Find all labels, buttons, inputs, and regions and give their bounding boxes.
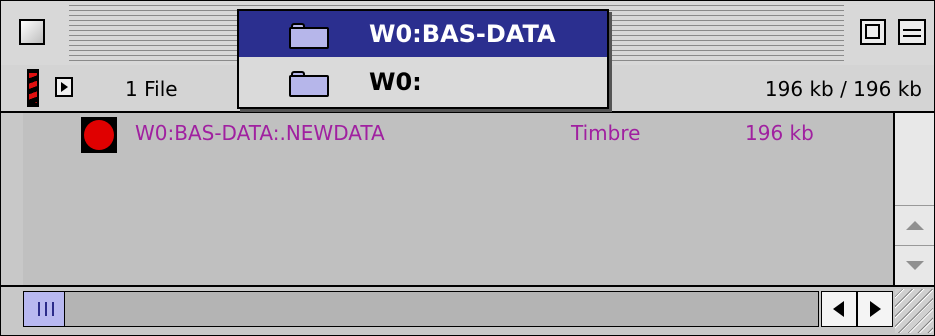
scroll-left-arrow-icon[interactable] — [821, 291, 857, 327]
scroll-up-arrow-icon[interactable] — [895, 205, 934, 244]
file-count: 1 File — [125, 77, 178, 101]
scroll-down-arrow-icon[interactable] — [895, 245, 934, 284]
folder-icon — [289, 71, 329, 97]
file-kind: Timbre — [571, 121, 641, 145]
horizontal-scrollbar[interactable] — [1, 285, 934, 335]
file-size: 196 kb — [745, 121, 814, 145]
resize-grip-icon[interactable] — [895, 289, 933, 333]
finder-window: 1 File 196 kb / 196 kb W0:BAS-DATA:.NEWD… — [0, 0, 935, 336]
zoom-box-button[interactable] — [860, 19, 886, 45]
file-name[interactable]: W0:BAS-DATA:.NEWDATA — [135, 121, 385, 145]
horizontal-scroll-track[interactable] — [23, 291, 819, 327]
path-menu-item-bas-data[interactable]: W0:BAS-DATA — [239, 11, 607, 57]
horizontal-scroll-thumb[interactable] — [23, 291, 65, 327]
disclosure-triangle-button[interactable] — [55, 77, 73, 97]
size-info: 196 kb / 196 kb — [764, 77, 922, 101]
path-popup-menu[interactable]: W0:BAS-DATA W0: — [237, 9, 609, 109]
file-row[interactable]: W0:BAS-DATA:.NEWDATA Timbre 196 kb — [23, 113, 893, 153]
path-menu-item-label: W0: — [369, 68, 422, 96]
scroll-right-arrow-icon[interactable] — [857, 291, 893, 327]
collapse-box-button[interactable] — [898, 19, 926, 45]
lock-icon — [27, 69, 39, 107]
path-menu-item-label: W0:BAS-DATA — [369, 20, 556, 48]
red-circle-icon[interactable] — [81, 117, 117, 153]
file-list: W0:BAS-DATA:.NEWDATA Timbre 196 kb — [23, 113, 893, 285]
close-box-button[interactable] — [19, 19, 45, 45]
path-menu-item-w0[interactable]: W0: — [239, 59, 607, 105]
folder-icon — [289, 23, 329, 49]
vertical-scrollbar[interactable] — [893, 113, 934, 285]
